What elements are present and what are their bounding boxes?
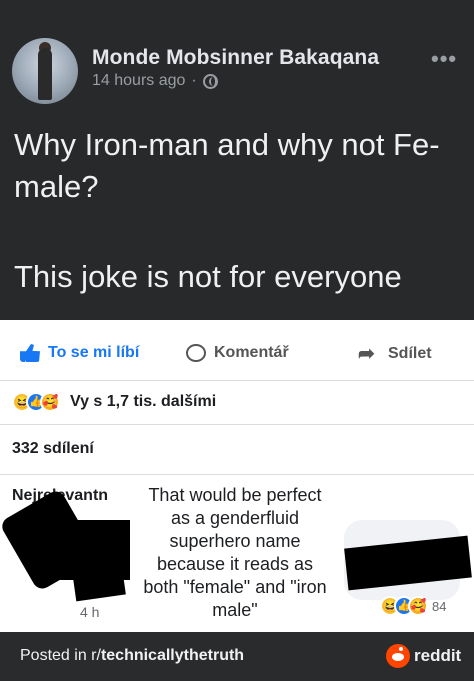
posted-in-text[interactable]: Posted in r/technicallythetruth: [20, 647, 244, 665]
reactions-summary[interactable]: 😆 👍 🥰 Vy s 1,7 tis. dalšími: [12, 392, 216, 412]
comment-label: Komentář: [214, 344, 289, 361]
share-label: Sdílet: [388, 345, 432, 362]
globe-icon: [202, 73, 218, 89]
author-name[interactable]: Monde Mobsinner Bakaqana: [92, 46, 379, 70]
share-arrow-icon: ➦: [358, 343, 375, 365]
thumbs-up-icon: [20, 344, 40, 362]
post-timestamp[interactable]: 14 hours ago: [92, 72, 185, 90]
reaction-icons: 😆 👍 🥰: [12, 392, 60, 412]
post-text-line2: This joke is not for everyone: [14, 259, 402, 294]
reddit-logo-icon: [386, 644, 410, 668]
meme-caption: That would be perfect as a genderfluid s…: [132, 482, 338, 624]
reactions-text: Vy s 1,7 tis. dalšími: [70, 393, 217, 410]
post-meta: 14 hours ago ·: [92, 72, 218, 90]
like-label: To se mi líbí: [48, 344, 140, 361]
comment-bubble-icon: [186, 344, 206, 362]
comment-reaction-icons: 😆 👍 🥰: [380, 596, 428, 616]
divider: [0, 474, 474, 475]
posted-in-prefix: Posted in r/: [20, 647, 101, 664]
reddit-footer: Posted in r/technicallythetruth reddit: [0, 632, 474, 681]
action-bar: To se mi líbí Komentář ➦ Sdílet: [0, 336, 474, 374]
avatar[interactable]: [12, 38, 78, 104]
divider: [0, 380, 474, 381]
share-button[interactable]: ➦ Sdílet: [358, 344, 432, 364]
like-button[interactable]: To se mi líbí: [20, 344, 139, 362]
post-text-line1: Why Iron-man and why not Fe-male?: [14, 127, 440, 204]
shares-count[interactable]: 332 sdílení: [12, 440, 94, 458]
divider: [0, 424, 474, 425]
comment-reactions[interactable]: 😆 👍 🥰 84: [380, 596, 446, 616]
comment-button[interactable]: Komentář: [186, 344, 289, 362]
reddit-wordmark: reddit: [414, 646, 462, 665]
redaction-mark: [72, 564, 126, 602]
post-header: Monde Mobsinner Bakaqana 14 hours ago · …: [0, 0, 474, 320]
more-options-icon[interactable]: •••: [431, 46, 457, 72]
care-icon: 🥰: [408, 596, 428, 616]
avatar-figure: [38, 48, 52, 100]
comment-time[interactable]: 4 h: [80, 604, 99, 620]
comment-reaction-count: 84: [432, 598, 447, 614]
meta-separator: ·: [191, 72, 197, 89]
subreddit-name: technicallythetruth: [100, 647, 245, 664]
care-icon: 🥰: [40, 392, 60, 412]
